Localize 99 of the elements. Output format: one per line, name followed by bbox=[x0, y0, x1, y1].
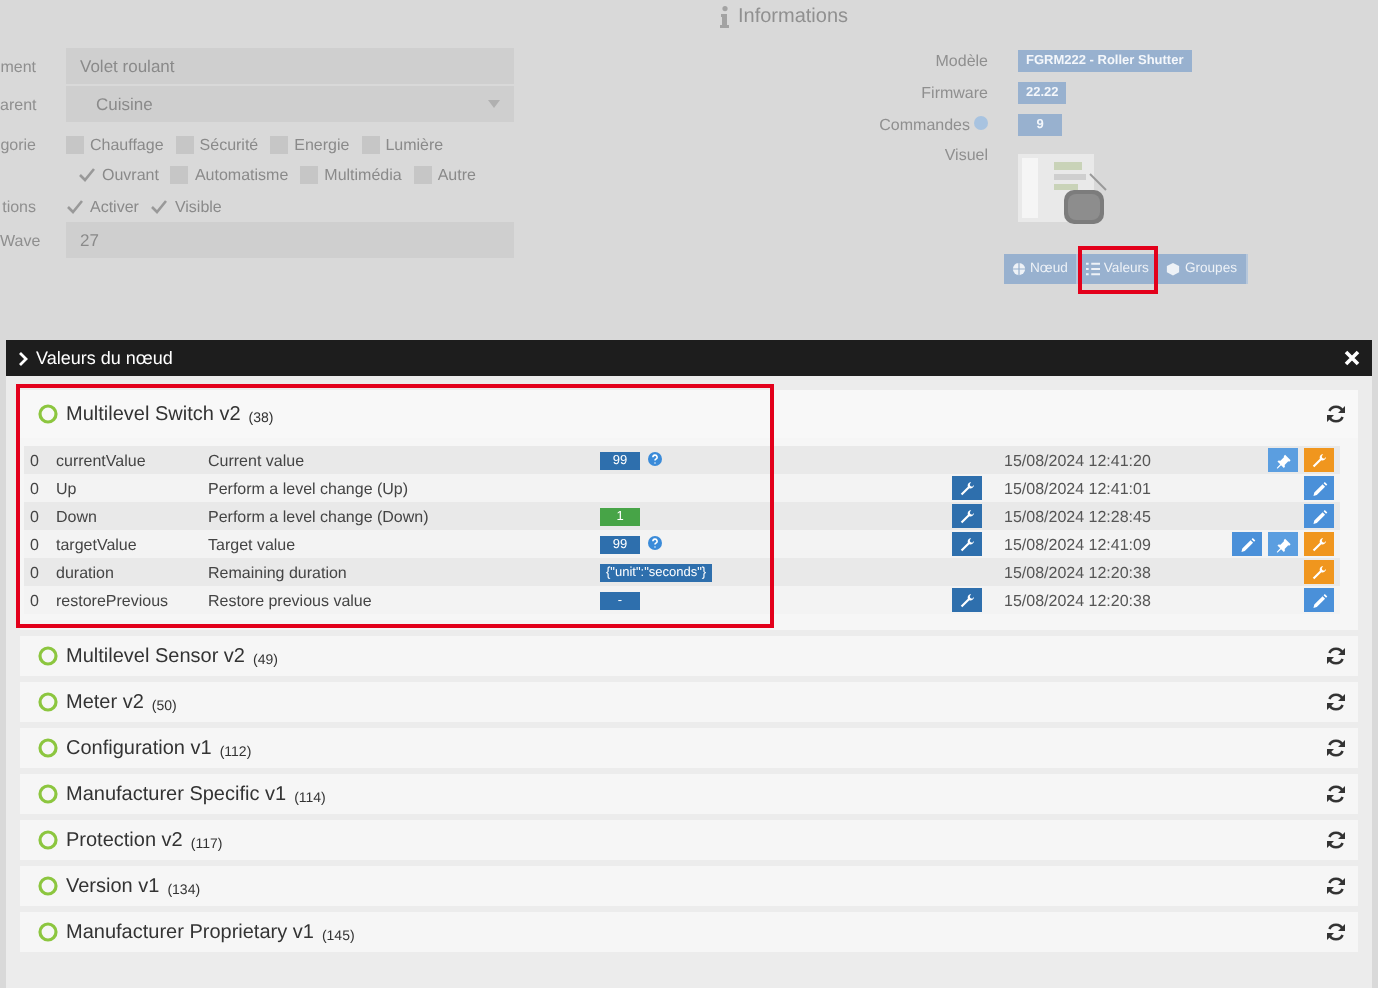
checkbox-label: Autre bbox=[437, 165, 476, 183]
status-ring-icon bbox=[38, 876, 58, 896]
checkbox[interactable] bbox=[78, 166, 96, 182]
panel-title: Meter v2 bbox=[66, 691, 144, 713]
info-label: Commandes bbox=[879, 116, 970, 134]
refresh-icon[interactable] bbox=[1326, 692, 1346, 712]
table-cell: currentValue bbox=[56, 451, 146, 469]
table-cell: duration bbox=[56, 563, 114, 581]
table-cell: 15/08/2024 12:28:45 bbox=[1004, 507, 1151, 525]
checkbox-label: Sécurité bbox=[199, 135, 259, 153]
checkbox-label: Chauffage bbox=[90, 135, 164, 153]
panel-title: Configuration v1 bbox=[66, 737, 212, 759]
pin-button[interactable] bbox=[1268, 448, 1298, 472]
edit-button[interactable] bbox=[1304, 504, 1334, 528]
table-cell: targetValue bbox=[56, 535, 137, 553]
table-cell: Target value bbox=[208, 535, 296, 553]
edit-button[interactable] bbox=[1232, 532, 1262, 556]
table-cell: Perform a level change (Up) bbox=[208, 479, 409, 497]
info-icon bbox=[720, 6, 730, 28]
checkbox-label: Activer bbox=[90, 197, 139, 215]
wrench-button[interactable] bbox=[1304, 448, 1334, 472]
field-label: arent bbox=[0, 95, 36, 113]
checkbox-label: Visible bbox=[174, 197, 222, 215]
checkbox[interactable] bbox=[150, 198, 169, 214]
status-ring-icon bbox=[38, 404, 58, 424]
status-ring-icon bbox=[38, 784, 58, 804]
pin-button[interactable] bbox=[1268, 532, 1298, 556]
checkbox-label: Automatisme bbox=[194, 165, 289, 183]
table-cell: 0 bbox=[30, 591, 39, 609]
info-label: Modèle bbox=[935, 52, 988, 70]
refresh-icon[interactable] bbox=[1326, 876, 1346, 896]
close-icon[interactable] bbox=[1344, 350, 1360, 366]
field-label: gorie bbox=[0, 135, 36, 153]
field-label: Wave bbox=[0, 231, 36, 249]
panel-title: Multilevel Switch v2 bbox=[66, 403, 241, 425]
refresh-icon[interactable] bbox=[1326, 404, 1346, 424]
wrench-button[interactable] bbox=[1304, 560, 1334, 584]
refresh-icon[interactable] bbox=[1326, 922, 1346, 942]
table-cell: 15/08/2024 12:20:38 bbox=[1004, 563, 1151, 581]
list-icon bbox=[1085, 262, 1100, 276]
status-ring-icon bbox=[38, 830, 58, 850]
info-label: Visuel bbox=[944, 146, 988, 168]
table-cell: 0 bbox=[30, 507, 39, 525]
cube-icon bbox=[1166, 262, 1181, 276]
panel-title: Manufacturer Specific v1 bbox=[66, 783, 287, 805]
table-cell: 15/08/2024 12:41:01 bbox=[1004, 479, 1151, 497]
table-cell: 15/08/2024 12:41:20 bbox=[1004, 451, 1151, 469]
pencil-icon bbox=[1310, 479, 1328, 497]
refresh-icon[interactable] bbox=[1326, 784, 1346, 804]
status-ring-icon bbox=[38, 692, 58, 712]
wrench-button[interactable] bbox=[952, 588, 982, 612]
table-cell: Perform a level change (Down) bbox=[208, 507, 429, 525]
wrench-icon bbox=[958, 591, 976, 609]
checkbox-label: Multimédia bbox=[324, 165, 402, 183]
pin-icon bbox=[1274, 535, 1292, 553]
globe-icon bbox=[1012, 262, 1026, 276]
wrench-button[interactable] bbox=[952, 532, 982, 556]
pencil-icon bbox=[1310, 591, 1328, 609]
section-title: Informations bbox=[738, 6, 849, 28]
edit-button[interactable] bbox=[1304, 588, 1334, 612]
wrench-icon bbox=[1310, 451, 1328, 469]
table-cell: Down bbox=[56, 507, 97, 525]
pencil-icon bbox=[1310, 507, 1328, 525]
wrench-button[interactable] bbox=[1304, 532, 1334, 556]
info-label: Firmware bbox=[921, 84, 988, 102]
table-cell: 0 bbox=[30, 535, 39, 553]
pencil-icon bbox=[1238, 535, 1256, 553]
field-label: tions bbox=[0, 197, 36, 215]
table-cell: 0 bbox=[30, 451, 39, 469]
status-ring-icon bbox=[38, 922, 58, 942]
status-ring-icon bbox=[38, 738, 58, 758]
table-cell: 15/08/2024 12:20:38 bbox=[1004, 591, 1151, 609]
status-ring-icon bbox=[38, 646, 58, 666]
table-cell: 0 bbox=[30, 479, 39, 497]
panel-title: Version v1 bbox=[66, 875, 160, 897]
wrench-button[interactable] bbox=[952, 504, 982, 528]
checkbox[interactable] bbox=[66, 198, 84, 214]
checkbox-label: Ouvrant bbox=[102, 165, 159, 183]
checkbox-label: Energie bbox=[294, 135, 350, 153]
refresh-icon[interactable] bbox=[1326, 738, 1346, 758]
table-cell: Remaining duration bbox=[208, 563, 347, 581]
field-label: ment bbox=[0, 57, 36, 75]
panel-title: Multilevel Sensor v2 bbox=[66, 645, 245, 667]
chevron-icon bbox=[18, 351, 28, 365]
table-cell: 15/08/2024 12:41:09 bbox=[1004, 535, 1151, 553]
panel-title: Manufacturer Proprietary v1 bbox=[66, 921, 314, 943]
panel-title: Protection v2 bbox=[66, 829, 183, 851]
checkbox-label: Lumière bbox=[385, 135, 444, 153]
table-cell: Restore previous value bbox=[208, 591, 372, 609]
refresh-icon[interactable] bbox=[1326, 646, 1346, 666]
modal-title: Valeurs du nœud bbox=[36, 348, 173, 368]
table-cell: 0 bbox=[30, 563, 39, 581]
table-cell: Current value bbox=[208, 451, 305, 469]
table-cell: restorePrevious bbox=[56, 591, 169, 609]
table-cell: Up bbox=[56, 479, 77, 497]
pin-icon bbox=[1274, 451, 1292, 469]
edit-button[interactable] bbox=[1304, 476, 1334, 500]
refresh-icon[interactable] bbox=[1326, 830, 1346, 850]
wrench-button[interactable] bbox=[952, 476, 982, 500]
